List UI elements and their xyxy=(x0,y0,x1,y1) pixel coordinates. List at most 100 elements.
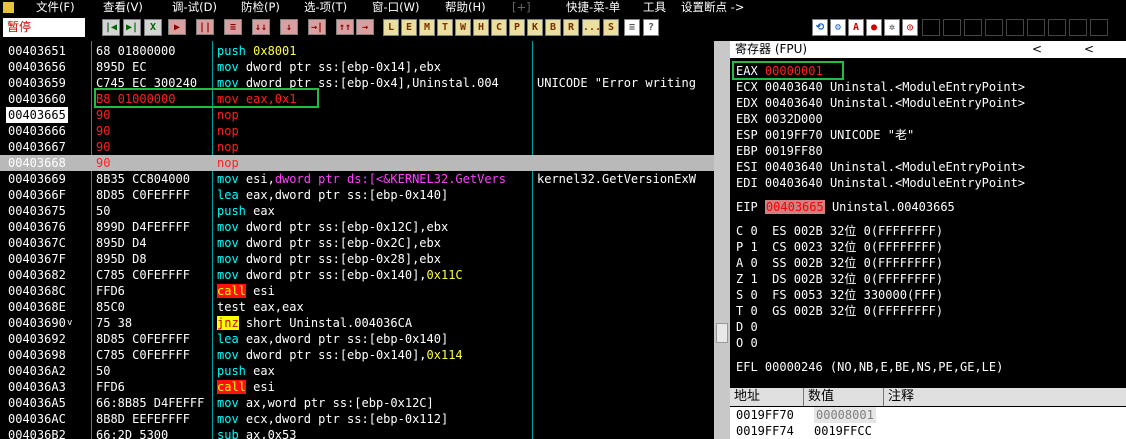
register-value[interactable]: 0032D000 xyxy=(765,112,823,126)
menu-view[interactable]: 查看(V) xyxy=(103,0,143,15)
empty-slot-6-icon[interactable] xyxy=(1027,19,1045,36)
settings-icon[interactable]: ⚙ xyxy=(830,19,846,36)
menu-plus[interactable]: [+] xyxy=(512,0,531,15)
menu-options[interactable]: 选-项(T) xyxy=(304,0,347,15)
register-value[interactable]: 0019FF80 xyxy=(765,144,823,158)
empty-slot-8-icon[interactable] xyxy=(1069,19,1087,36)
code-row[interactable]: 00403666 90 nop xyxy=(0,123,714,139)
code-row[interactable]: 00403665 90 nop xyxy=(0,107,714,123)
stack-pane[interactable]: 地址 数值 注释 0019FF70 00008001 0019FF74 0019… xyxy=(730,386,1126,439)
menu-shortcut[interactable]: 快捷-菜-单 xyxy=(566,0,620,15)
pause-icon[interactable]: || xyxy=(196,19,214,35)
stack-row[interactable]: 0019FF70 00008001 xyxy=(730,407,1126,423)
register-value[interactable]: 00403640 xyxy=(765,96,823,110)
code-row[interactable]: 00403651 68 01800000 push 0x8001 xyxy=(0,43,714,59)
register-value[interactable]: 00403640 xyxy=(765,80,823,94)
menu-debug[interactable]: 调-试(D) xyxy=(172,0,217,15)
target-icon[interactable]: ◎ xyxy=(902,19,918,36)
code-row[interactable]: 00403656 895D EC mov dword ptr ss:[ebp-0x1… xyxy=(0,59,714,75)
code-row[interactable]: 00403692 8D85 C0FEFFFF lea eax,dword ptr s… xyxy=(0,331,714,347)
empty-slot-4-icon[interactable] xyxy=(985,19,1003,36)
code-row[interactable]: 00403668 90 nop xyxy=(0,155,714,171)
register-eip[interactable]: EIP 00403665 Uninstal.00403665 xyxy=(736,199,955,215)
flag-segment-row[interactable]: Z 1 DS 002B 32位 0(FFFFFFFF) xyxy=(736,271,943,287)
register-esp[interactable]: ESP 0019FF70 UNICODE "老" xyxy=(736,127,914,143)
cpu-button[interactable]: C xyxy=(491,19,507,36)
list-icon[interactable]: ≡ xyxy=(624,19,640,36)
code-row[interactable]: 004036B2 66:2D 5300 sub ax,0x53 xyxy=(0,427,714,439)
menu-help[interactable]: 帮助(H) xyxy=(445,0,486,15)
refresh-icon[interactable]: ⟲ xyxy=(812,19,828,36)
empty-slot-9-icon[interactable] xyxy=(1090,19,1108,36)
code-row[interactable]: 00403690 v 75 38 jnz short Uninstal.004036C… xyxy=(0,315,714,331)
menu-protect[interactable]: 防检(P) xyxy=(241,0,280,15)
empty-slot-3-icon[interactable] xyxy=(964,19,982,36)
register-ebp[interactable]: EBP 0019FF80 xyxy=(736,143,823,159)
trace-into-icon[interactable]: ↓ xyxy=(280,19,298,35)
flag-segment-row[interactable]: P 1 CS 0023 32位 0(FFFFFFFF) xyxy=(736,239,943,255)
code-row[interactable]: 0040368E 85C0 test eax,eax xyxy=(0,299,714,315)
log-button[interactable]: L xyxy=(383,19,399,36)
code-row[interactable]: 0040367C 895D D4 mov dword ptr ss:[ebp-0x2… xyxy=(0,235,714,251)
empty-slot-1-icon[interactable] xyxy=(922,19,940,36)
register-value[interactable]: 00403640 xyxy=(765,160,823,174)
menu-tools[interactable]: 工具 xyxy=(643,0,666,15)
code-row[interactable]: 004036A2 50 push eax xyxy=(0,363,714,379)
empty-slot-5-icon[interactable] xyxy=(1006,19,1024,36)
runtrace-button[interactable]: ... xyxy=(582,19,601,36)
goto-icon[interactable]: → xyxy=(356,19,374,35)
flag-segment-row[interactable]: S 0 FS 0053 32位 330000(FFF) xyxy=(736,287,943,303)
trace-over-icon[interactable]: →| xyxy=(308,19,326,35)
empty-slot-7-icon[interactable] xyxy=(1048,19,1066,36)
prev-arrow-icon[interactable]: < xyxy=(1032,41,1042,58)
open-icon[interactable]: ▶| xyxy=(123,19,141,36)
register-edx[interactable]: EDX 00403640 Uninstal.<ModuleEntryPoint> xyxy=(736,95,1025,111)
step-over-icon[interactable]: ↓↓ xyxy=(252,19,270,35)
modules-button[interactable]: E xyxy=(401,19,417,36)
help-icon[interactable]: ? xyxy=(643,19,659,36)
memory-button[interactable]: M xyxy=(419,19,435,36)
flag-segment-row[interactable]: O 0 xyxy=(736,335,758,351)
stack-col-value[interactable]: 数值 xyxy=(804,388,884,406)
restart-icon[interactable]: |◀ xyxy=(102,19,120,36)
flag-segment-row[interactable]: C 0 ES 002B 32位 0(FFFFFFFF) xyxy=(736,223,943,239)
code-row[interactable]: 0040366F 8D85 C0FEFFFF lea eax,dword ptr s… xyxy=(0,187,714,203)
code-row[interactable]: 0040368C FFD6 call esi xyxy=(0,283,714,299)
source-button[interactable]: S xyxy=(603,19,619,36)
breakpoints-button[interactable]: B xyxy=(545,19,561,36)
prev-arrow-icon-2[interactable]: < xyxy=(1084,41,1094,58)
plugin-a-icon[interactable]: A xyxy=(848,19,864,36)
code-row[interactable]: 00403698 C785 C0FEFFFF mov dword ptr ss:[e… xyxy=(0,347,714,363)
code-row[interactable]: 00403676 899D D4FEFFFF mov dword ptr ss:[e… xyxy=(0,219,714,235)
register-edi[interactable]: EDI 00403640 Uninstal.<ModuleEntryPoint> xyxy=(736,175,1025,191)
threads-button[interactable]: T xyxy=(437,19,453,36)
register-ecx[interactable]: ECX 00403640 Uninstal.<ModuleEntryPoint> xyxy=(736,79,1025,95)
step-into-icon[interactable]: ≡ xyxy=(224,19,242,35)
gear-icon[interactable]: ✲ xyxy=(884,19,900,36)
register-esi[interactable]: ESI 00403640 Uninstal.<ModuleEntryPoint> xyxy=(736,159,1025,175)
register-ebx[interactable]: EBX 0032D000 xyxy=(736,111,823,127)
eflags-line[interactable]: EFL 00000246 (NO,NB,E,BE,NS,PE,GE,LE) xyxy=(736,359,1003,375)
execute-till-return-icon[interactable]: ↑↑ xyxy=(336,19,354,35)
disassembly-pane[interactable]: 00403651 68 01800000 push 0x8001 00403656 89… xyxy=(0,41,714,439)
code-row[interactable]: 00403675 50 push eax xyxy=(0,203,714,219)
disassembly-scrollbar[interactable] xyxy=(714,41,730,439)
record-icon[interactable]: ● xyxy=(866,19,882,36)
scrollbar-thumb[interactable] xyxy=(716,323,728,343)
code-row[interactable]: 004036AC 8B8D EEFEFFFF mov ecx,dword ptr s… xyxy=(0,411,714,427)
code-row[interactable]: 004036A3 FFD6 call esi xyxy=(0,379,714,395)
flag-segment-row[interactable]: D 0 xyxy=(736,319,758,335)
handles-button[interactable]: H xyxy=(473,19,489,36)
code-row[interactable]: 004036A5 66:8B85 D4FEFFF mov ax,word ptr s… xyxy=(0,395,714,411)
code-row[interactable]: 0040367F 895D D8 mov dword ptr ss:[ebp-0x2… xyxy=(0,251,714,267)
windows-button[interactable]: W xyxy=(455,19,471,36)
code-row[interactable]: 00403667 90 nop xyxy=(0,139,714,155)
register-value[interactable]: 00403665 xyxy=(764,200,825,214)
stack-col-address[interactable]: 地址 xyxy=(730,388,804,406)
flag-segment-row[interactable]: T 0 GS 002B 32位 0(FFFFFFFF) xyxy=(736,303,943,319)
register-value[interactable]: 0019FF70 xyxy=(765,128,823,142)
stack-col-comment[interactable]: 注释 xyxy=(884,388,1126,406)
stack-row[interactable]: 0019FF74 0019FFCC xyxy=(730,423,1126,439)
registers-pane[interactable]: 寄存器 (FPU) < < EAX 00000001 ECX 00403640 U… xyxy=(730,41,1126,386)
run-icon[interactable]: ▶ xyxy=(168,19,186,35)
